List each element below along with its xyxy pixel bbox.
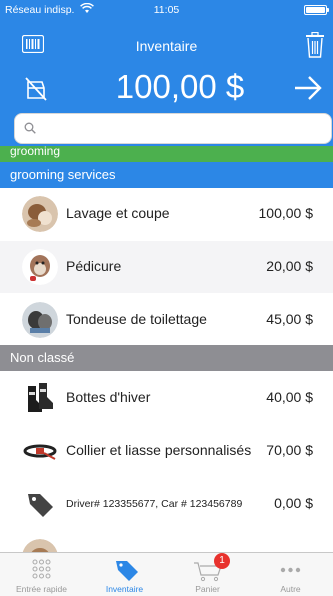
item-thumbnail (22, 539, 58, 552)
list-item[interactable]: Pédicure 20,00 $ (0, 241, 333, 293)
tab-entree-rapide[interactable]: Entrée rapide (0, 553, 83, 596)
tab-label: Inventaire (105, 584, 144, 594)
item-name: Pédicure (66, 258, 122, 274)
item-price: 70,00 $ (266, 442, 313, 458)
checkout-arrow-button[interactable] (293, 74, 323, 102)
item-price: 20,00 $ (266, 258, 313, 274)
item-price: 100,00 $ (258, 205, 314, 221)
list-item[interactable]: Bottes d'hiver 40,00 $ (0, 372, 333, 424)
search-input[interactable] (43, 119, 323, 139)
app-header: Réseau indisp. 11:05 Inventaire 100,00 $ (0, 0, 333, 146)
tab-inventaire[interactable]: Inventaire (83, 553, 166, 596)
clock: 11:05 (153, 4, 180, 16)
list-item[interactable]: Driver# 123355677, Car # 123456789 0,00 … (0, 478, 333, 530)
item-thumbnail (22, 249, 58, 285)
tab-autre[interactable]: Autre (249, 553, 332, 596)
battery-icon (304, 5, 329, 15)
item-thumbnail (22, 302, 58, 338)
tab-bar: Entrée rapide Inventaire 1 Panier Autre (0, 552, 333, 596)
item-name: Collier et liasse personnalisés (66, 442, 252, 458)
category-header-grooming-services[interactable]: grooming services (0, 162, 333, 188)
cart-badge: 1 (214, 553, 230, 569)
tab-label: Panier (195, 584, 220, 594)
item-thumbnail (22, 380, 58, 416)
cart-total: 100,00 $ (115, 68, 245, 105)
item-name: Bottes d'hiver (66, 389, 151, 405)
tab-label: Autre (280, 584, 301, 594)
cart-icon (194, 562, 222, 582)
item-price: 40,00 $ (266, 389, 313, 405)
item-thumbnail (22, 433, 58, 469)
no-discount-button[interactable] (24, 76, 48, 102)
list-item[interactable]: Lavage et coupe 100,00 $ (0, 188, 333, 240)
item-price: 0,00 $ (274, 495, 313, 511)
category-header-grooming[interactable]: grooming (0, 146, 333, 162)
list-item[interactable]: Tondeuse de toilettage 45,00 $ (0, 294, 333, 346)
item-name: Tondeuse de toilettage (66, 311, 207, 327)
trash-button[interactable] (305, 32, 325, 58)
status-bar: Réseau indisp. 11:05 (0, 0, 333, 22)
item-price: 45,00 $ (266, 311, 313, 327)
tab-panier[interactable]: 1 Panier (166, 553, 249, 596)
tag-icon (116, 561, 138, 581)
keypad-icon (32, 559, 51, 579)
tag-icon (28, 494, 53, 517)
item-name: Lavage et coupe (66, 205, 170, 221)
list-item[interactable]: Collier et liasse personnalisés 70,00 $ (0, 425, 333, 477)
tab-label: Entrée rapide (15, 584, 68, 594)
search-bar[interactable] (14, 113, 332, 144)
item-name: Driver# 123355677, Car # 123456789 (66, 498, 243, 510)
category-header-non-classe[interactable]: Non classé (0, 345, 333, 371)
list-item-partial[interactable] (0, 531, 333, 552)
page-title: Inventaire (135, 38, 198, 54)
item-thumbnail (22, 196, 58, 232)
search-icon (24, 122, 36, 134)
more-icon (280, 567, 301, 573)
